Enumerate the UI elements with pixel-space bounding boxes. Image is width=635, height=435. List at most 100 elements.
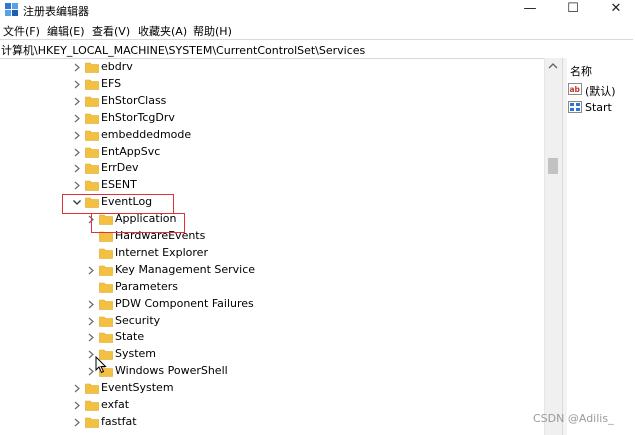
values-pane[interactable]: 名称 ab (默认) Start	[567, 58, 635, 435]
tree-node-fastfat[interactable]: fastfat	[0, 414, 540, 431]
tree-node-label: Security	[115, 313, 161, 327]
tree-node-label: PDW Component Failures	[115, 296, 254, 310]
window-title: 注册表编辑器	[23, 5, 89, 18]
folder-icon	[85, 416, 99, 428]
menu-file[interactable]: 文件(F)	[3, 23, 40, 39]
tree-node-eventsystem[interactable]: EventSystem	[0, 380, 540, 397]
tree-node-label: embeddedmode	[101, 127, 192, 141]
folder-icon	[85, 78, 99, 90]
watermark: CSDN @Adilis_	[533, 412, 614, 425]
expand-chevron-icon[interactable]	[72, 110, 82, 127]
folder-icon	[85, 382, 99, 394]
tree-node-ebdrv[interactable]: ebdrv	[0, 59, 540, 76]
tree-node-label: fastfat	[101, 414, 137, 428]
tree-node-label: ErrDev	[101, 161, 139, 175]
tree-node-esent[interactable]: ESENT	[0, 177, 540, 194]
tree-node-exfat[interactable]: exfat	[0, 397, 540, 414]
expand-chevron-icon[interactable]	[72, 380, 82, 397]
expand-chevron-icon[interactable]	[72, 59, 82, 76]
tree-node-label: EhStorTcgDrv	[101, 110, 175, 124]
binary-value-icon	[568, 101, 582, 113]
menu-favorites[interactable]: 收藏夹(A)	[138, 23, 187, 39]
tree-node-label: State	[115, 330, 145, 344]
registry-key-tree[interactable]: ebdrv EFS EhStorClass EhStorTcgDrv embeddedm…	[0, 58, 544, 435]
expand-chevron-icon[interactable]	[72, 144, 82, 161]
folder-icon	[85, 179, 99, 192]
mouse-cursor-icon	[95, 356, 107, 374]
menu-edit[interactable]: 编辑(E)	[47, 23, 85, 39]
maximize-button[interactable]: ☐	[553, 0, 593, 20]
folder-icon	[99, 247, 113, 259]
tree-node-ehstortcgdrv[interactable]: EhStorTcgDrv	[0, 110, 540, 127]
tree-node-label: Internet Explorer	[115, 245, 208, 259]
tree-node-label: ebdrv	[101, 60, 133, 73]
expand-chevron-icon[interactable]	[72, 414, 82, 431]
folder-icon	[99, 331, 113, 344]
folder-icon	[99, 298, 113, 310]
value-label: (默认)	[585, 85, 616, 98]
tree-node-state[interactable]: State	[0, 329, 540, 346]
tree-node-label: ESENT	[101, 178, 137, 192]
folder-icon	[85, 162, 99, 175]
tree-node-label: EFS	[101, 76, 122, 90]
value-label: Start	[585, 101, 612, 114]
tree-node-label: Windows PowerShell	[115, 364, 228, 378]
menu-help[interactable]: 帮助(H)	[193, 23, 232, 39]
tree-node-ehstorclass[interactable]: EhStorClass	[0, 93, 540, 110]
tree-node-key-management-service[interactable]: Key Management Service	[0, 262, 540, 279]
folder-icon	[99, 281, 113, 293]
tree-node-label: EventSystem	[101, 381, 174, 395]
column-header-name[interactable]: 名称	[570, 63, 592, 79]
tree-node-windows-powershell[interactable]: Windows PowerShell	[0, 363, 540, 380]
tree-node-label: EhStorClass	[101, 93, 167, 107]
address-path[interactable]: 计算机\HKEY_LOCAL_MACHINE\SYSTEM\CurrentCon…	[1, 42, 365, 58]
tree-node-errdev[interactable]: ErrDev	[0, 160, 540, 177]
tree-scrollbar[interactable]	[544, 58, 562, 435]
folder-icon	[99, 315, 113, 327]
folder-icon	[85, 112, 99, 124]
menu-bar: 文件(F) 编辑(E) 查看(V) 收藏夹(A) 帮助(H)	[0, 21, 635, 39]
svg-text:ab: ab	[570, 85, 581, 94]
minimize-button[interactable]: —	[510, 0, 550, 20]
folder-icon	[85, 61, 99, 73]
tree-node-label: exfat	[101, 398, 130, 411]
expand-chevron-icon[interactable]	[86, 262, 96, 279]
tree-node-internet-explorer[interactable]: Internet Explorer	[0, 245, 540, 262]
expand-chevron-icon[interactable]	[72, 93, 82, 110]
close-button[interactable]: ✕	[596, 0, 635, 20]
expand-chevron-icon[interactable]	[72, 76, 82, 93]
expand-chevron-icon[interactable]	[72, 127, 82, 144]
expand-chevron-icon[interactable]	[86, 296, 96, 313]
string-value-icon: ab	[568, 83, 582, 95]
tree-node-entappsvc[interactable]: EntAppSvc	[0, 144, 540, 161]
expand-chevron-icon[interactable]	[72, 160, 82, 177]
expand-chevron-icon[interactable]	[86, 313, 96, 330]
tree-node-label: System	[115, 347, 157, 361]
folder-icon	[85, 95, 99, 107]
folder-icon	[85, 129, 99, 141]
expand-chevron-icon[interactable]	[72, 177, 82, 194]
folder-icon	[85, 399, 99, 411]
scroll-up-arrow-icon[interactable]	[548, 62, 558, 70]
tree-node-system[interactable]: System	[0, 346, 540, 363]
registry-editor-icon	[5, 3, 18, 16]
tree-node-parameters[interactable]: Parameters	[0, 279, 540, 296]
application-highlight-box	[91, 213, 185, 233]
expand-chevron-icon[interactable]	[86, 329, 96, 346]
tree-node-label: EntAppSvc	[101, 144, 161, 158]
scroll-thumb[interactable]	[548, 158, 558, 174]
tree-node-pdw-component-failures[interactable]: PDW Component Failures	[0, 296, 540, 313]
menu-view[interactable]: 查看(V)	[92, 23, 130, 39]
title-bar: 注册表编辑器 — ☐ ✕	[0, 0, 635, 20]
tree-node-label: Parameters	[115, 279, 178, 293]
address-bar[interactable]: 计算机\HKEY_LOCAL_MACHINE\SYSTEM\CurrentCon…	[0, 39, 633, 59]
eventlog-highlight-box	[62, 194, 174, 214]
tree-node-label: Key Management Service	[115, 262, 256, 276]
expand-chevron-icon[interactable]	[72, 397, 82, 414]
folder-icon	[85, 146, 99, 158]
tree-node-security[interactable]: Security	[0, 313, 540, 330]
tree-node-hardwareevents[interactable]: HardwareEvents	[0, 228, 540, 245]
tree-node-efs[interactable]: EFS	[0, 76, 540, 93]
folder-icon	[99, 264, 113, 276]
tree-node-embeddedmode[interactable]: embeddedmode	[0, 127, 540, 144]
